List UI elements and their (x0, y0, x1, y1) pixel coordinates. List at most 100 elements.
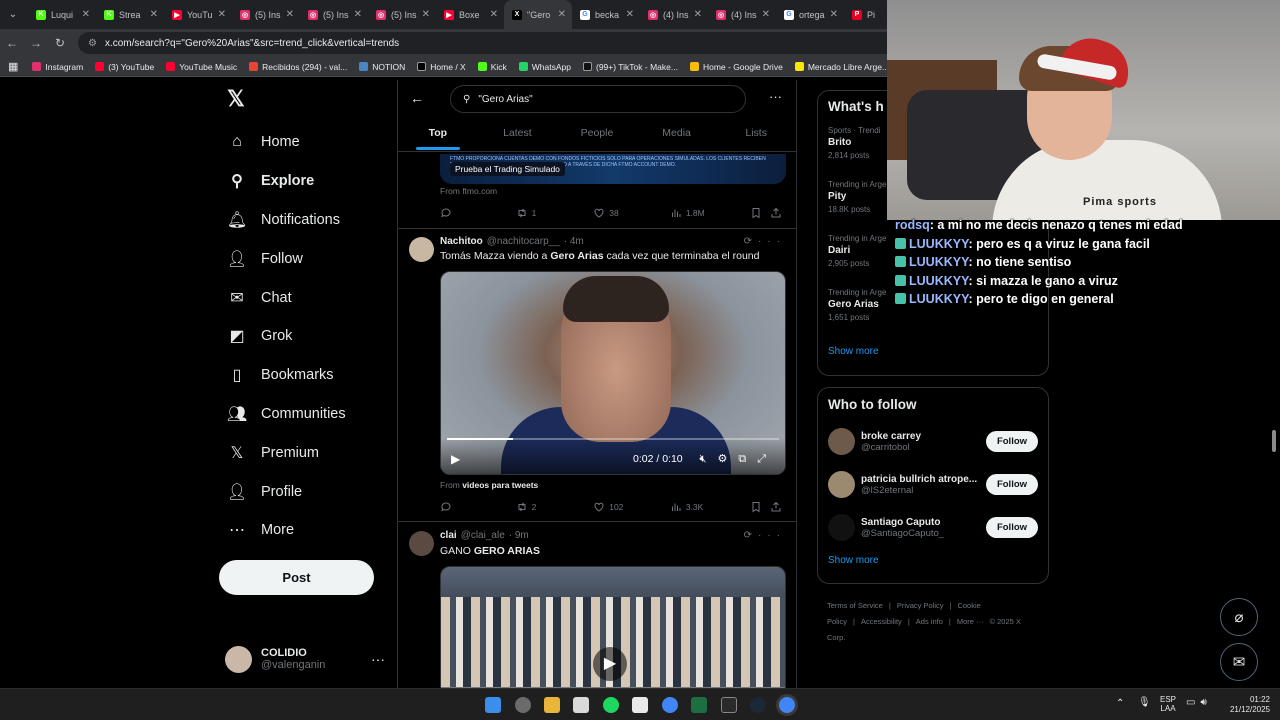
bookmark-item[interactable]: Recibidos (294) - val... (249, 62, 347, 72)
nav-item-profile[interactable]: 👤︎ Profile (217, 472, 387, 511)
close-tab-icon[interactable]: ✕ (558, 9, 566, 20)
more-icon[interactable]: ··· (371, 651, 385, 667)
tab-search-icon[interactable]: ⌄ (4, 6, 22, 24)
widgets-icon[interactable] (515, 697, 531, 713)
chrome-active-icon[interactable] (779, 697, 795, 713)
chrome-icon[interactable] (662, 697, 678, 713)
repost-action[interactable]: 1 (516, 207, 594, 219)
nav-item-communities[interactable]: 👥︎ Communities (217, 395, 387, 434)
bookmark-action[interactable] (750, 207, 770, 219)
tweet-video[interactable]: ▶ (440, 566, 786, 688)
language-indicator[interactable]: ESP LAA (1160, 695, 1176, 713)
back-arrow-icon[interactable]: ← (410, 90, 424, 106)
spotify-icon[interactable] (603, 697, 619, 713)
views-action[interactable]: 1.8M (670, 207, 751, 219)
nav-item-chat[interactable]: ✉ Chat (217, 278, 387, 317)
browser-tab[interactable]: ◎ (5) Ins ✕ (232, 0, 300, 29)
close-tab-icon[interactable]: ✕ (490, 9, 498, 20)
tab-top[interactable]: Top (398, 120, 478, 152)
grok-floating-icon[interactable]: ⌀ (1220, 598, 1258, 636)
video-source[interactable]: From videos para tweets (440, 480, 538, 490)
bookmark-item[interactable]: Kick (477, 62, 507, 72)
nav-item-grok[interactable]: ◩ Grok (217, 317, 387, 356)
bookmark-item[interactable]: (3) YouTube (95, 62, 154, 72)
bookmark-item[interactable]: Mercado Libre Arge... (794, 62, 889, 72)
video-control-icons[interactable]: 🔇︎⚙⧉⤢ (700, 452, 777, 466)
tab-people[interactable]: People (557, 120, 637, 152)
like-action[interactable]: 38 (593, 207, 670, 219)
play-icon[interactable]: ▶ (593, 647, 627, 681)
bookmark-item[interactable]: Home / X (417, 62, 466, 72)
close-tab-icon[interactable]: ✕ (286, 9, 294, 20)
play-icon[interactable]: ▶ (451, 452, 460, 466)
bookmark-item[interactable]: Home - Google Drive (689, 62, 783, 72)
scrollbar-thumb[interactable] (1272, 430, 1276, 452)
bookmark-item[interactable]: NOTION (359, 62, 405, 72)
nav-item-more[interactable]: ⋯ More (217, 511, 387, 550)
close-tab-icon[interactable]: ✕ (626, 9, 634, 20)
nav-item-premium[interactable]: 𝕏 Premium (217, 433, 387, 472)
close-tab-icon[interactable]: ✕ (830, 9, 838, 20)
share-action[interactable] (770, 207, 786, 219)
tray-chevron-icon[interactable]: ⌃ (1116, 698, 1124, 709)
start-icon[interactable] (485, 697, 501, 713)
search-input[interactable]: ⚲ "Gero Arias" (450, 85, 746, 113)
tweet-author-name[interactable]: Nachitoo (440, 236, 483, 247)
like-action[interactable]: 102 (593, 501, 670, 513)
close-tab-icon[interactable]: ✕ (150, 9, 158, 20)
messages-floating-icon[interactable]: ✉ (1220, 643, 1258, 681)
avatar[interactable] (828, 428, 855, 455)
close-tab-icon[interactable]: ✕ (82, 9, 90, 20)
follow-suggestion[interactable]: Santiago Caputo @SantiagoCaputo_ Follow (818, 506, 1048, 549)
nav-item-follow[interactable]: 👤︎ Follow (217, 239, 387, 278)
close-tab-icon[interactable]: ✕ (354, 9, 362, 20)
tweet-video[interactable]: ▶ 0:02 / 0:10 🔇︎⚙⧉⤢ (440, 271, 786, 475)
close-tab-icon[interactable]: ✕ (422, 9, 430, 20)
tweet-author-name[interactable]: clai (440, 530, 457, 541)
footer-link[interactable]: Ads info (916, 617, 943, 626)
ad-source[interactable]: From ftmo.com (440, 186, 497, 196)
ad-cta-button[interactable]: Prueba el Trading Simulado (450, 162, 565, 176)
ad-image[interactable]: FTMO PROPORCIONA CUENTAS DEMO CON FONDOS… (440, 154, 786, 184)
footer-link[interactable]: Privacy Policy (897, 601, 944, 610)
excel-icon[interactable] (691, 697, 707, 713)
follow-user-handle[interactable]: @SantiagoCaputo_ (861, 528, 983, 539)
follow-button[interactable]: Follow (986, 474, 1038, 495)
follow-button[interactable]: Follow (986, 431, 1038, 452)
follow-user-name[interactable]: Santiago Caputo (861, 517, 983, 528)
tab-latest[interactable]: Latest (478, 120, 558, 152)
bookmark-item[interactable]: (99+) TikTok - Make... (583, 62, 678, 72)
bookmark-action[interactable] (750, 501, 770, 513)
account-switcher[interactable]: COLIDIO @valenganin ··· (225, 643, 385, 675)
forward-icon[interactable]: → (24, 36, 48, 50)
grok-and-more-icons[interactable]: ⟳··· (744, 530, 786, 541)
browser-tab[interactable]: ◎ (5) Ins ✕ (300, 0, 368, 29)
nav-item-bookmarks[interactable]: ▯ Bookmarks (217, 356, 387, 395)
grok-and-more-icons[interactable]: ⟳··· (744, 236, 786, 247)
browser-tab[interactable]: Gortega ✕ (776, 0, 844, 29)
browser-tab[interactable]: K Luqui ✕ (28, 0, 96, 29)
tweet-time[interactable]: · 9m (509, 530, 529, 541)
file-explorer-icon[interactable] (544, 697, 560, 713)
close-tab-icon[interactable]: ✕ (694, 9, 702, 20)
close-tab-icon[interactable]: ✕ (762, 9, 770, 20)
share-action[interactable] (770, 501, 786, 513)
tweet-author-handle[interactable]: @clai_ale (461, 530, 505, 541)
tweet-author-handle[interactable]: @nachitocarp__ (487, 236, 560, 247)
capcut-icon[interactable] (632, 697, 648, 713)
epic-games-icon[interactable] (721, 697, 737, 713)
browser-tab[interactable]: Gbecka ✕ (572, 0, 640, 29)
browser-tab[interactable]: ◎ (5) Ins ✕ (368, 0, 436, 29)
repost-action[interactable]: 2 (516, 501, 594, 513)
post-button[interactable]: Post (219, 560, 374, 595)
nav-item-notifications[interactable]: 🔔︎ Notifications (217, 201, 387, 240)
microphone-icon[interactable]: 🎙︎ (1138, 697, 1151, 708)
apps-icon[interactable]: ▦ (8, 60, 18, 73)
browser-tab[interactable]: X "Gero ✕ (504, 0, 572, 29)
back-icon[interactable]: ← (0, 36, 24, 50)
follow-user-handle[interactable]: @carritobol (861, 442, 983, 453)
browser-tab[interactable]: ▶ Boxe ✕ (436, 0, 504, 29)
tab-lists[interactable]: Lists (716, 120, 796, 152)
avatar[interactable] (409, 531, 434, 556)
avatar[interactable] (828, 471, 855, 498)
